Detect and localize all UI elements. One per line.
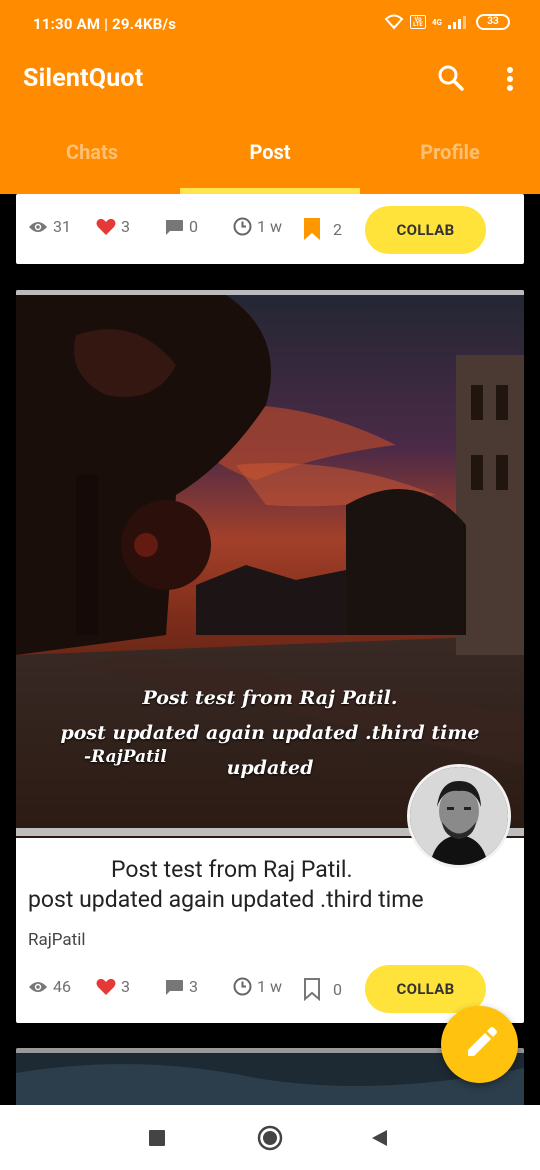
likes-count: 3: [121, 217, 130, 236]
time-ago: 1 w: [257, 217, 282, 236]
signal-icon: [448, 16, 466, 29]
tab-profile[interactable]: Profile: [360, 140, 540, 164]
network-type: 4G: [431, 17, 442, 27]
bookmarks-count: 0: [333, 979, 342, 999]
caption-line1: Post test from Raj Patil.: [111, 856, 353, 883]
status-bar: 11:30 AM | 29.4KB/s Vo LTE 4G 33: [0, 0, 540, 48]
comments-count: 3: [189, 977, 198, 996]
post-card[interactable]: 31 3 0 1 w 2 COLLAB: [16, 194, 524, 264]
tab-chats[interactable]: Chats: [2, 140, 182, 164]
author-name[interactable]: RajPatil: [28, 930, 86, 950]
bookmark-outline-icon: [304, 978, 320, 1001]
views-count: 31: [53, 217, 71, 236]
post-card[interactable]: Post test from Raj Patil. post updated a…: [16, 290, 524, 1023]
clock-icon: [233, 217, 252, 236]
post-caption: Post test from Raj Patil. post updated a…: [28, 855, 508, 915]
like-button[interactable]: 3: [96, 977, 130, 996]
app-bar: 11:30 AM | 29.4KB/s Vo LTE 4G 33 SilentQ…: [0, 0, 540, 194]
back-icon[interactable]: [370, 1129, 388, 1147]
bookmark-filled-icon: [304, 218, 320, 240]
more-vertical-icon: [507, 67, 513, 91]
bookmark-button[interactable]: 0: [302, 977, 342, 1001]
time-stat: 1 w: [233, 977, 282, 996]
caption-line2: post updated again updated .third time: [28, 886, 424, 913]
overflow-menu-button[interactable]: [498, 63, 522, 95]
bookmarks-count: 2: [333, 219, 342, 239]
recents-icon[interactable]: [148, 1129, 166, 1147]
collab-button[interactable]: COLLAB: [365, 206, 486, 254]
search-icon: [438, 65, 464, 91]
comment-button[interactable]: 0: [164, 217, 198, 236]
eye-icon: [29, 221, 47, 232]
time-stat: 1 w: [233, 217, 282, 236]
heart-icon: [96, 978, 116, 995]
volte-badge: Vo LTE: [409, 15, 426, 29]
likes-count: 3: [121, 977, 130, 996]
search-button[interactable]: [436, 63, 466, 93]
app-title: SilentQuot: [23, 64, 144, 93]
battery-indicator: 33: [476, 14, 510, 30]
post-stats: 31 3 0 1 w 2 COLLAB: [16, 204, 524, 254]
views-stat: 46: [28, 977, 71, 996]
views-count: 46: [53, 977, 71, 996]
user-photo: [410, 767, 508, 865]
wifi-icon: [384, 14, 404, 30]
comment-button[interactable]: 3: [164, 977, 198, 996]
post-image[interactable]: Post test from Raj Patil. post updated a…: [16, 295, 524, 838]
image-quote-line1: Post test from Raj Patil.: [142, 687, 398, 709]
image-signature: -RajPatil: [84, 747, 167, 767]
home-icon[interactable]: [257, 1125, 283, 1151]
tab-post[interactable]: Post: [180, 140, 360, 164]
bookmark-button[interactable]: 2: [302, 217, 342, 241]
comment-icon: [166, 219, 183, 235]
comments-count: 0: [189, 217, 198, 236]
status-time: 11:30 AM | 29.4KB/s: [33, 15, 177, 33]
time-ago: 1 w: [257, 977, 282, 996]
pencil-icon: [468, 1027, 497, 1056]
clock-icon: [233, 977, 252, 996]
system-nav-bar: [0, 1105, 540, 1170]
avatar[interactable]: [407, 764, 511, 868]
heart-icon: [96, 218, 116, 235]
compose-fab[interactable]: [441, 1006, 518, 1083]
like-button[interactable]: 3: [96, 217, 130, 236]
comment-icon: [166, 979, 183, 995]
views-stat: 31: [28, 217, 71, 236]
eye-icon: [29, 981, 47, 992]
